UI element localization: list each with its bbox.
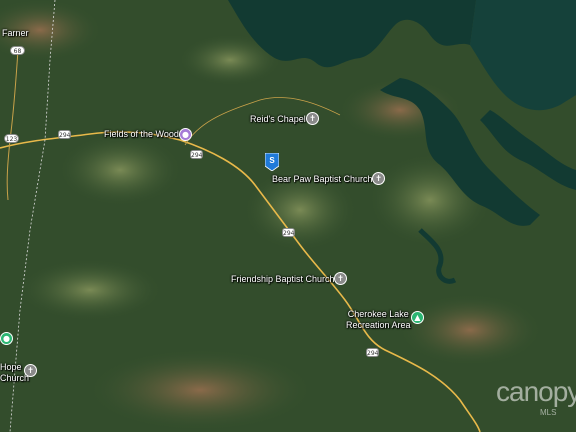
route-shield-294: 294 [190,150,203,159]
place-label-friendship-baptist-church[interactable]: Friendship Baptist Church [231,274,335,285]
place-label-fields-of-the-wood[interactable]: Fields of the Wood [104,129,179,140]
church-icon[interactable]: ✝ [334,272,347,285]
clearing [20,260,160,320]
route-shield-294: 294 [366,348,379,357]
route-shield-294: 294 [282,228,295,237]
terrain-layer [0,0,576,432]
park-icon[interactable]: ● [0,332,13,345]
route-shield-68: 68 [10,46,25,55]
clearing [60,135,180,205]
listing-pin-icon[interactable]: S [265,153,279,171]
ridge [90,350,310,430]
church-icon[interactable]: ✝ [306,112,319,125]
place-label-farner[interactable]: Farner [2,28,29,39]
place-label-bear-paw-baptist-church[interactable]: Bear Paw Baptist Church [272,174,373,185]
satellite-map[interactable]: 68 123 294 294 294 294 Farner Fields of … [0,0,576,432]
church-icon[interactable]: ✝ [372,172,385,185]
route-shield-123: 123 [4,134,19,143]
listing-pin-label: S [269,156,275,165]
place-label-reids-chapel[interactable]: Reid's Chapel [250,114,306,125]
ridge [400,295,540,365]
route-shield-294: 294 [58,130,71,139]
attraction-icon[interactable]: ● [179,128,192,141]
church-icon[interactable]: ✝ [24,364,37,377]
place-label-cherokee-lake-recreation-area[interactable]: Cherokee Lake Recreation Area [346,309,411,331]
park-icon[interactable]: ▲ [411,311,424,324]
watermark-sub-label: MLS [540,408,557,417]
watermark-logo: canopy [496,376,576,407]
